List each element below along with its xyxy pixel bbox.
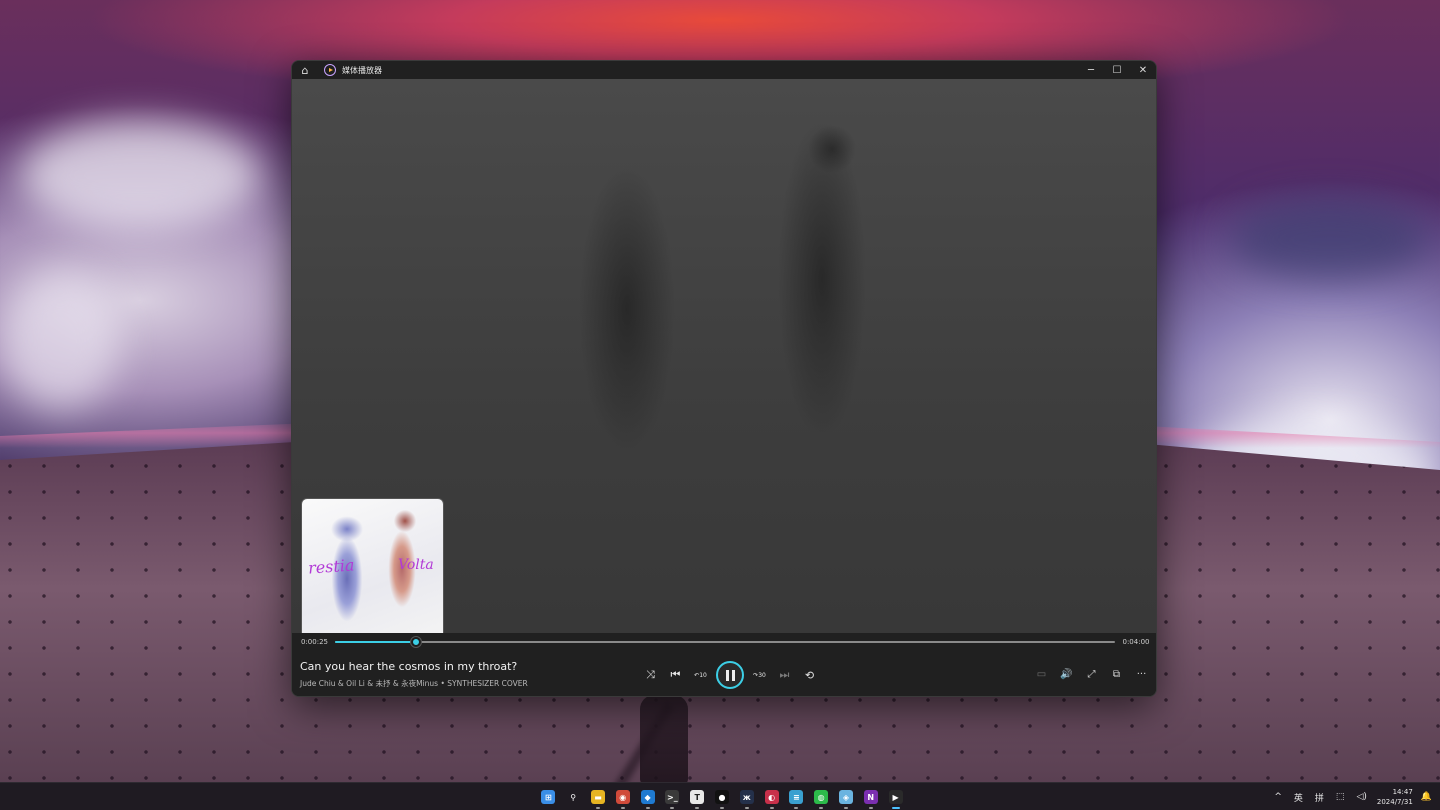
running-indicator (868, 807, 873, 809)
taskbar-app-onenote[interactable]: N (858, 786, 883, 809)
maximize-button[interactable]: ☐ (1104, 61, 1130, 79)
taskbar-apps: ⊞ ⚲ ▬ ◉ ◆ >_ T ● ж ◐ ≡ ◍ ◈ N ▶ (536, 786, 908, 809)
taskbar-app-app-13[interactable]: ◈ (834, 786, 859, 809)
running-indicator (891, 807, 900, 809)
taskbar-app-search[interactable]: ⚲ (561, 786, 586, 808)
taskbar-app-notepad[interactable]: ≡ (784, 786, 809, 809)
notepad-icon: ≡ (789, 790, 804, 804)
rewind-10-button[interactable]: ↶ 10 (688, 662, 713, 688)
running-indicator (620, 807, 625, 809)
close-button[interactable]: ✕ (1130, 61, 1156, 79)
volume-button[interactable]: 🔊 (1054, 661, 1079, 687)
fullscreen-button[interactable]: ⤢ (1079, 661, 1104, 687)
network-icon[interactable]: ⬚ (1336, 792, 1345, 802)
taskbar-app-vscode[interactable]: ◆ (635, 786, 660, 809)
volume-icon[interactable]: ◁) (1356, 792, 1366, 802)
app-9-icon: ж (739, 790, 754, 804)
clock[interactable]: 14:47 2024/7/31 (1377, 787, 1413, 807)
taskbar-app-chrome[interactable]: ◉ (610, 786, 635, 809)
clock-date: 2024/7/31 (1376, 798, 1413, 806)
forward-30-button[interactable]: ↷ 30 (747, 662, 772, 688)
taskbar-app-file-explorer[interactable]: ▬ (586, 786, 611, 809)
title-bar[interactable]: ⌂ 媒体播放器 ─ ☐ ✕ (292, 61, 1156, 79)
running-indicator (744, 807, 749, 809)
wechat-icon: ◍ (814, 790, 829, 804)
clock-time: 14:47 (1392, 788, 1413, 796)
more-options-button[interactable]: ··· (1129, 661, 1154, 687)
running-indicator (595, 807, 600, 809)
ime-language[interactable]: 英 (1294, 791, 1303, 804)
subtitles-button[interactable]: ▭ (1029, 661, 1054, 687)
album-art: restia Volta (301, 498, 444, 641)
ime-mode[interactable]: 拼 (1315, 791, 1324, 804)
seek-bar[interactable] (335, 637, 1115, 647)
song-title: Can you hear the cosmos in my throat? (300, 660, 518, 673)
shuffle-button[interactable]: ⤨ (638, 662, 663, 688)
running-indicator (695, 807, 700, 809)
total-duration: 0:04:00 (1122, 638, 1150, 646)
video-backdrop[interactable]: restia Volta (292, 79, 1156, 641)
seek-row: 0:00:25 0:04:00 (292, 633, 1156, 651)
tray-chevron-icon[interactable]: ^ (1274, 792, 1282, 802)
running-indicator (843, 807, 848, 809)
minimize-button[interactable]: ─ (1078, 61, 1104, 79)
taskbar-app-wechat[interactable]: ◍ (809, 786, 834, 809)
taskbar-app-qq[interactable]: ● (710, 786, 735, 809)
running-indicator (719, 807, 724, 809)
elapsed-time: 0:00:25 (301, 638, 328, 646)
next-button[interactable]: ⏭ (772, 662, 797, 688)
seek-bar-fill (335, 641, 417, 643)
running-indicator (645, 807, 650, 809)
vscode-icon: ◆ (640, 790, 655, 804)
taskbar-app-media-player[interactable]: ▶ (883, 786, 908, 809)
media-player-icon: ▶ (888, 790, 903, 804)
typora-icon: T (690, 790, 705, 804)
app-13-icon: ◈ (838, 790, 853, 804)
forward-label: 30 (758, 671, 766, 679)
home-icon[interactable]: ⌂ (292, 61, 318, 79)
taskbar-app-app-9[interactable]: ж (734, 786, 759, 809)
start-icon: ⊞ (541, 790, 556, 804)
media-player-window[interactable]: ⌂ 媒体播放器 ─ ☐ ✕ restia Volta 0:00:25 0:04:… (291, 60, 1157, 697)
album-script-right: Volta (398, 557, 434, 573)
taskbar-app-start[interactable]: ⊞ (536, 786, 561, 808)
running-indicator (769, 807, 774, 809)
control-bar: Can you hear the cosmos in my throat? Ju… (292, 651, 1156, 696)
terminal-icon: >_ (665, 790, 680, 804)
window-title: 媒体播放器 (342, 65, 382, 75)
media-player-icon (324, 64, 336, 76)
seek-thumb[interactable] (411, 637, 422, 647)
rewind-label: 10 (699, 671, 707, 679)
running-indicator (794, 807, 799, 809)
album-script-left: restia (307, 555, 356, 578)
onenote-icon: N (863, 790, 878, 804)
taskbar-app-app-10[interactable]: ◐ (759, 786, 784, 809)
miniplayer-button[interactable]: ⧉ (1104, 661, 1129, 687)
running-indicator (819, 807, 824, 809)
pause-icon (725, 669, 735, 681)
qq-icon: ● (714, 790, 729, 804)
file-explorer-icon: ▬ (590, 790, 605, 804)
search-icon: ⚲ (570, 792, 577, 802)
previous-button[interactable]: ⏮ (663, 662, 688, 688)
system-tray: ^ 英 拼 ⬚ ◁) 14:47 2024/7/31 🔔 (1268, 783, 1432, 810)
chrome-icon: ◉ (615, 790, 630, 804)
song-artist: Jude Chiu & Oil Li & 未抒 & 永夜Minus • SYNT… (300, 679, 528, 688)
notification-icon[interactable]: 🔔 (1421, 792, 1432, 802)
taskbar: ⊞ ⚲ ▬ ◉ ◆ >_ T ● ж ◐ ≡ ◍ ◈ N ▶ ^ 英 拼 ⬚ ◁) 14:47 2024/7… (0, 782, 1440, 810)
taskbar-app-typora[interactable]: T (685, 786, 710, 809)
wallpaper-figure (640, 695, 688, 785)
app-10-icon: ◐ (764, 790, 779, 804)
repeat-button[interactable]: ⟲ (797, 662, 822, 688)
running-indicator (670, 807, 675, 809)
pause-button[interactable] (716, 661, 744, 689)
taskbar-app-terminal[interactable]: >_ (660, 786, 685, 809)
